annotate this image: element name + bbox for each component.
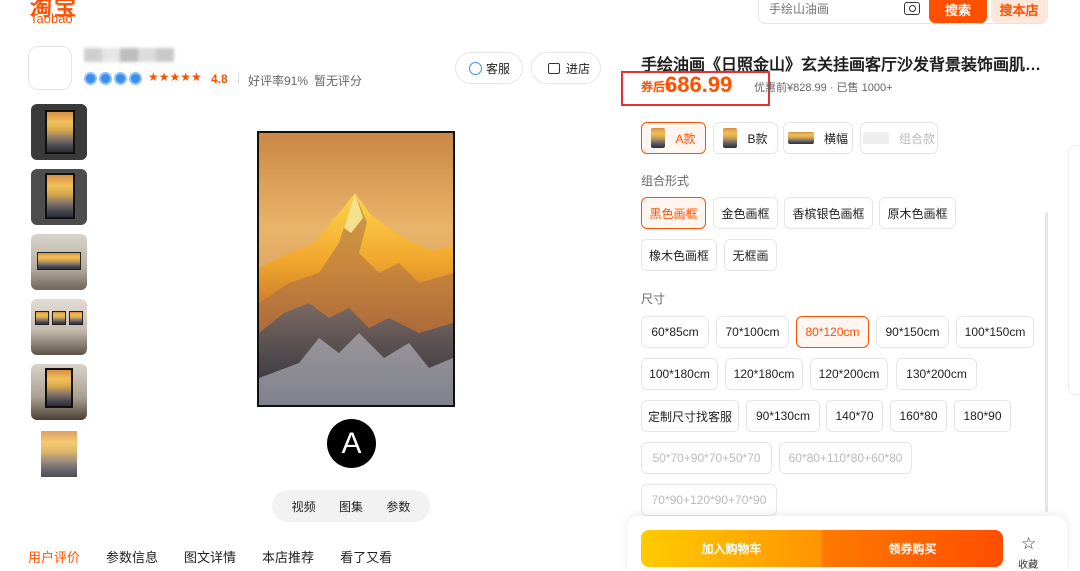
style-label: A款: [675, 131, 696, 146]
size-option[interactable]: 130*200cm: [896, 358, 977, 390]
tab-gallery[interactable]: 图集: [339, 498, 363, 515]
enter-shop-button[interactable]: 进店: [531, 52, 601, 84]
thumbnail-3[interactable]: [31, 234, 87, 290]
size-label: 尺寸: [641, 292, 666, 306]
style-thumb: [787, 132, 814, 144]
search-input[interactable]: [769, 0, 899, 21]
size-option[interactable]: 120*200cm: [810, 358, 888, 390]
badge-icon: [84, 72, 97, 85]
size-option[interactable]: 60*85cm: [641, 316, 709, 348]
search-button[interactable]: 搜索: [929, 0, 987, 23]
variant-badge: A: [327, 419, 376, 468]
size-option[interactable]: 100*150cm: [956, 316, 1034, 348]
no-rating: 暂无评分: [314, 74, 363, 88]
mountain-painting: [259, 133, 453, 405]
right-sidebar[interactable]: [1068, 145, 1080, 395]
good-rate: 好评率91%: [248, 74, 309, 88]
divider: [238, 73, 239, 84]
search-shop-button[interactable]: 搜本店: [991, 0, 1047, 23]
size-option-selected[interactable]: 80*120cm: [796, 316, 869, 348]
price: 686.99: [665, 72, 733, 97]
size-option[interactable]: 140*70: [826, 400, 883, 432]
badge-icon: [99, 72, 112, 85]
shop-rating: 4.8: [211, 72, 228, 86]
size-option-disabled[interactable]: 70*90+120*90+70*90: [641, 484, 777, 516]
shop-avatar[interactable]: [28, 46, 72, 90]
thumbnail-6[interactable]: [31, 429, 87, 485]
star-rating-icon: ★★★★★: [148, 70, 202, 84]
combo-option-frameless[interactable]: 无框画: [724, 239, 777, 271]
add-to-cart-button[interactable]: 加入购物车: [641, 530, 822, 567]
size-option-disabled[interactable]: 60*80+110*80+60*80: [779, 442, 912, 474]
tab-shop-recommend[interactable]: 本店推荐: [262, 547, 314, 566]
tab-params[interactable]: 参数: [386, 498, 410, 515]
size-option-disabled[interactable]: 50*70+90*70+50*70: [641, 442, 772, 474]
store-icon: [548, 63, 560, 74]
shop-name-blurred[interactable]: [84, 48, 174, 62]
size-option[interactable]: 160*80: [890, 400, 947, 432]
customer-service-button[interactable]: 客服: [455, 52, 523, 84]
style-label: B款: [747, 131, 768, 146]
style-option-combo[interactable]: 组合款: [860, 122, 938, 154]
size-option[interactable]: 120*180cm: [725, 358, 803, 390]
combo-option-black[interactable]: 黑色画框: [641, 197, 706, 229]
detail-tabs: 用户评价 参数信息 图文详情 本店推荐 看了又看: [28, 547, 392, 566]
enter-shop-label: 进店: [566, 61, 591, 76]
size-option[interactable]: 90*130cm: [746, 400, 820, 432]
size-option-custom[interactable]: 定制尺寸找客服: [641, 400, 739, 432]
style-option-a[interactable]: A款: [641, 122, 706, 154]
camera-icon[interactable]: [904, 2, 920, 15]
style-label: 横幅: [823, 131, 848, 146]
style-label: 组合款: [898, 131, 935, 146]
combo-option-silver[interactable]: 香槟银色画框: [784, 197, 873, 229]
combo-option-gold[interactable]: 金色画框: [713, 197, 778, 229]
badge-icon: [114, 72, 127, 85]
size-option[interactable]: 180*90: [954, 400, 1011, 432]
size-option[interactable]: 90*150cm: [876, 316, 949, 348]
badge-icon: [129, 72, 142, 85]
tab-parameters[interactable]: 参数信息: [106, 547, 158, 566]
tab-video[interactable]: 视频: [292, 498, 316, 515]
size-option[interactable]: 100*180cm: [641, 358, 718, 390]
tab-details[interactable]: 图文详情: [184, 547, 236, 566]
style-thumb: [862, 132, 889, 144]
style-option-banner[interactable]: 横幅: [783, 122, 853, 154]
tab-reviews[interactable]: 用户评价: [28, 547, 80, 566]
style-option-b[interactable]: B款: [713, 122, 778, 154]
favorite-label: 收藏: [1018, 560, 1038, 571]
style-thumb: [723, 128, 738, 148]
main-product-image[interactable]: [257, 131, 455, 407]
original-price-sold: 优惠前¥828.99 · 已售 1000+: [754, 82, 893, 94]
tab-also-viewed[interactable]: 看了又看: [340, 547, 392, 566]
star-outline-icon[interactable]: ☆: [1021, 534, 1036, 554]
size-option[interactable]: 70*100cm: [716, 316, 789, 348]
thumbnail-4[interactable]: [31, 299, 87, 355]
media-tabs: 视频 图集 参数: [272, 490, 430, 522]
combo-option-wood[interactable]: 原木色画框: [879, 197, 956, 229]
combo-option-oak[interactable]: 橡木色画框: [641, 239, 717, 271]
thumbnail-2[interactable]: [31, 169, 87, 225]
buy-with-coupon-button[interactable]: 领券购买: [822, 530, 1003, 567]
scrollbar[interactable]: [1045, 212, 1048, 512]
thumbnail-1[interactable]: [31, 104, 87, 160]
combo-label: 组合形式: [641, 174, 690, 188]
shop-level-badges: [84, 72, 142, 85]
smile-icon: [469, 62, 482, 75]
customer-service-label: 客服: [486, 61, 511, 76]
thumbnail-5[interactable]: [31, 364, 87, 420]
style-thumb: [651, 128, 666, 148]
logo-subtext: Taobao: [30, 11, 73, 26]
search-bar: 搜索 搜本店: [758, 0, 1048, 24]
